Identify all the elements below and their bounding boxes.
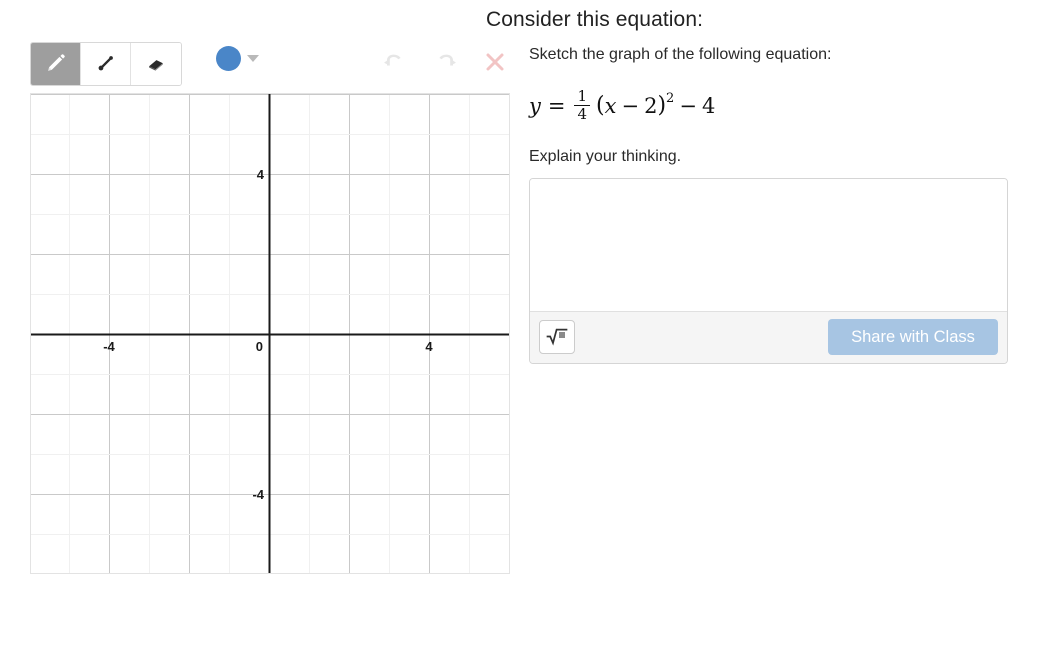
chevron-down-icon[interactable] <box>247 55 259 62</box>
equation-equals: = <box>547 93 566 118</box>
equation-close-paren: ) <box>657 93 667 119</box>
equation-exponent: 2 <box>666 91 675 107</box>
line-segment-icon <box>95 52 117 77</box>
graph-canvas[interactable]: -4 0 4 4 -4 <box>30 93 510 574</box>
tool-group <box>30 42 182 86</box>
undo-button[interactable] <box>370 42 420 84</box>
equation-lhs: y <box>529 93 541 118</box>
axis-tick-label: -4 <box>103 339 115 354</box>
equation-minus-1: − <box>621 93 640 118</box>
explain-label: Explain your thinking. <box>529 147 682 165</box>
close-icon <box>483 50 507 77</box>
answer-box: Share with Class <box>529 177 1008 364</box>
page-title: Consider this equation: <box>485 8 704 31</box>
equation-open-paren: ( <box>596 93 605 119</box>
equation-tail-const: 4 <box>701 93 716 118</box>
axis-tick-label: 0 <box>256 339 263 354</box>
fraction-denominator: 4 <box>577 105 588 124</box>
equation-inner-var: x <box>604 93 617 118</box>
fraction-numerator: 1 <box>577 86 588 105</box>
pencil-tool-button[interactable] <box>31 43 81 85</box>
share-with-class-button[interactable]: Share with Class <box>828 319 998 356</box>
axis-tick-label: -4 <box>252 487 264 502</box>
answer-footer: Share with Class <box>530 310 1007 363</box>
coordinate-grid[interactable]: -4 0 4 4 -4 <box>31 94 509 573</box>
equation-display: y = 1 4 ( x − 2 ) 2 − 4 <box>529 86 1010 126</box>
clear-button[interactable] <box>470 42 520 84</box>
equation-minus-2: − <box>679 93 697 118</box>
equation-inner-const: 2 <box>644 93 658 118</box>
question-prompt: Sketch the graph of the following equati… <box>529 46 832 63</box>
redo-button[interactable] <box>420 42 470 84</box>
history-group <box>370 42 520 84</box>
equation-fraction: 1 4 <box>574 86 591 124</box>
square-root-icon <box>546 326 568 349</box>
eraser-tool-button[interactable] <box>131 43 181 85</box>
drawing-toolbar <box>30 42 512 86</box>
redo-icon <box>432 49 458 78</box>
line-tool-button[interactable] <box>81 43 131 85</box>
question-panel: Sketch the graph of the following equati… <box>529 44 1010 364</box>
sketch-panel <box>30 42 512 86</box>
explanation-textarea[interactable] <box>530 178 1007 311</box>
eraser-icon <box>145 52 167 77</box>
math-input-button[interactable] <box>539 320 575 355</box>
pencil-icon <box>45 52 67 77</box>
undo-icon <box>382 49 408 78</box>
color-swatch[interactable] <box>216 46 241 71</box>
color-picker[interactable] <box>216 46 259 71</box>
axis-tick-label: 4 <box>257 167 265 182</box>
axis-tick-label: 4 <box>425 339 433 354</box>
